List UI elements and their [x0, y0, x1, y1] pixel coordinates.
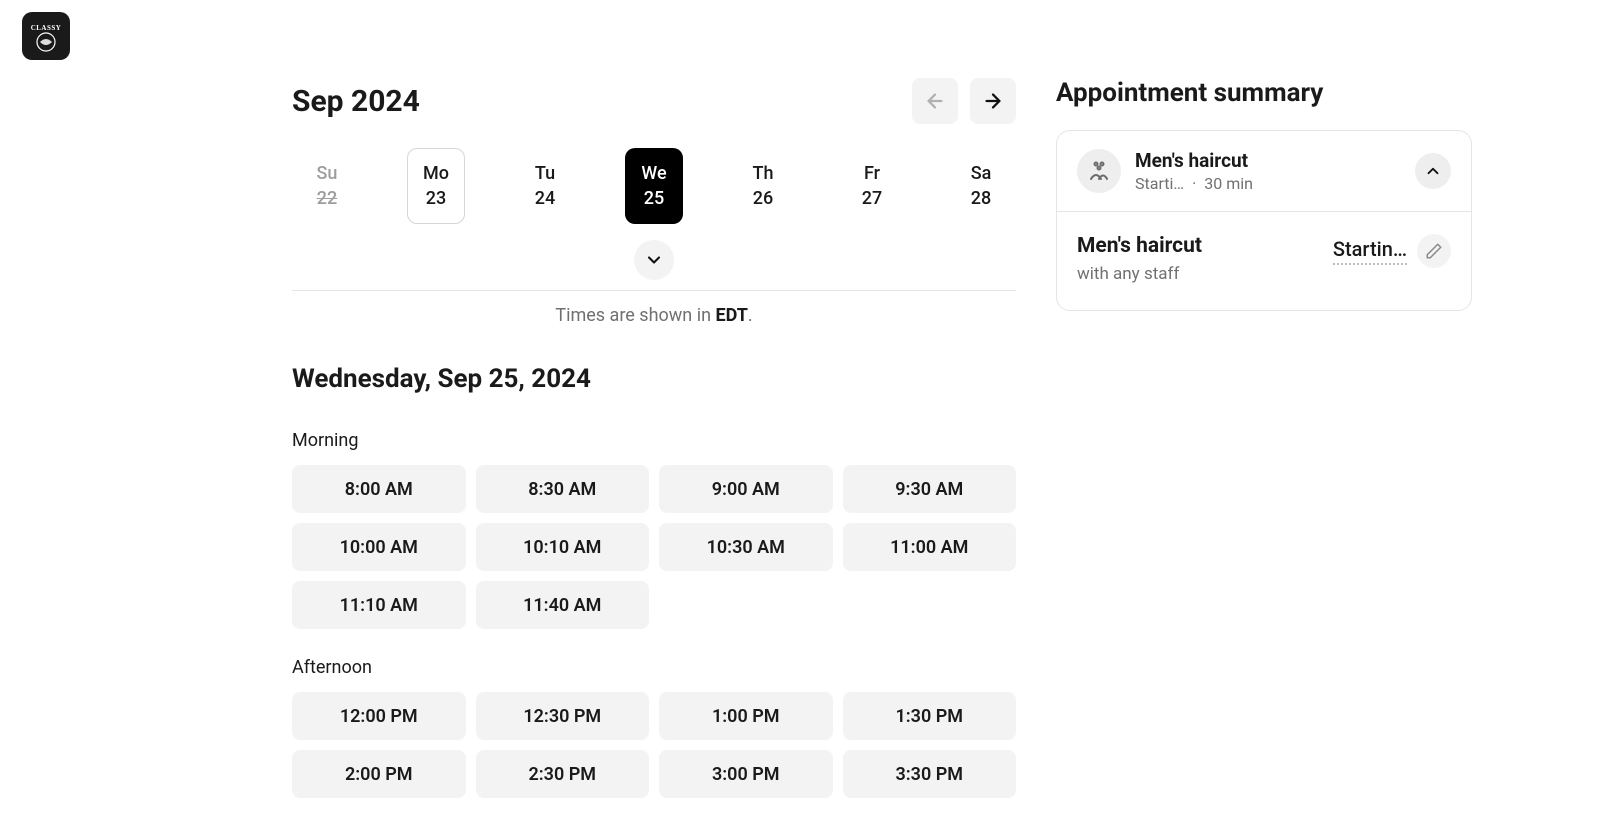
day-number: 28: [971, 188, 991, 209]
day-number: 26: [753, 188, 773, 209]
day-of-week: We: [641, 163, 666, 184]
pencil-icon: [1425, 242, 1443, 260]
timezone-note: Times are shown in EDT.: [292, 305, 1016, 326]
time-slot[interactable]: 11:10 AM: [292, 581, 466, 629]
time-slot[interactable]: 2:00 PM: [292, 750, 466, 798]
time-slot[interactable]: 11:00 AM: [843, 523, 1017, 571]
day-cell-28[interactable]: Sa 28: [952, 148, 1010, 224]
expand-calendar-button[interactable]: [634, 240, 674, 280]
chevron-up-icon: [1424, 162, 1442, 180]
svg-text:CLASSY: CLASSY: [31, 24, 62, 32]
time-slot[interactable]: 10:00 AM: [292, 523, 466, 571]
people-icon: [1077, 149, 1121, 193]
time-slot[interactable]: 12:30 PM: [476, 692, 650, 740]
time-slot[interactable]: 12:00 PM: [292, 692, 466, 740]
afternoon-label: Afternoon: [292, 657, 1016, 678]
day-number: 22: [317, 188, 337, 209]
prev-week-button: [912, 78, 958, 124]
time-slot[interactable]: 9:00 AM: [659, 465, 833, 513]
time-slot[interactable]: 3:30 PM: [843, 750, 1017, 798]
summary-service-subtitle: Starti… · 30 min: [1135, 174, 1401, 193]
summary-title: Appointment summary: [1056, 78, 1472, 108]
time-slot[interactable]: 3:00 PM: [659, 750, 833, 798]
day-cell-23[interactable]: Mo 23: [407, 148, 465, 224]
day-cell-22: Su 22: [298, 148, 356, 224]
chevron-down-icon: [644, 250, 664, 270]
collapse-summary-button[interactable]: [1415, 153, 1451, 189]
day-of-week: Sa: [971, 163, 992, 184]
summary-line-price: Startin…: [1333, 237, 1407, 265]
time-slot[interactable]: 8:30 AM: [476, 465, 650, 513]
time-slot[interactable]: 10:30 AM: [659, 523, 833, 571]
day-cell-24[interactable]: Tu 24: [516, 148, 574, 224]
arrow-right-icon: [982, 90, 1004, 112]
business-logo: CLASSY: [22, 12, 70, 60]
summary-line-name: Men's haircut: [1077, 234, 1202, 258]
time-slot[interactable]: 1:00 PM: [659, 692, 833, 740]
summary-card: Men's haircut Starti… · 30 min Men's hai…: [1056, 130, 1472, 311]
arrow-left-icon: [924, 90, 946, 112]
day-number: 25: [644, 188, 664, 209]
day-of-week: Tu: [535, 163, 555, 184]
day-number: 24: [535, 188, 555, 209]
next-week-button[interactable]: [970, 78, 1016, 124]
time-slot[interactable]: 2:30 PM: [476, 750, 650, 798]
day-cell-25[interactable]: We 25: [625, 148, 683, 224]
edit-service-button[interactable]: [1417, 234, 1451, 268]
time-slot[interactable]: 8:00 AM: [292, 465, 466, 513]
time-slot[interactable]: 9:30 AM: [843, 465, 1017, 513]
day-of-week: Th: [753, 163, 774, 184]
day-number: 27: [862, 188, 882, 209]
selected-date-title: Wednesday, Sep 25, 2024: [292, 364, 1016, 394]
month-title: Sep 2024: [292, 84, 420, 119]
time-slot[interactable]: 11:40 AM: [476, 581, 650, 629]
time-slot[interactable]: 1:30 PM: [843, 692, 1017, 740]
summary-service-name: Men's haircut: [1135, 149, 1401, 172]
time-slot[interactable]: 10:10 AM: [476, 523, 650, 571]
day-of-week: Su: [317, 163, 338, 184]
morning-label: Morning: [292, 430, 1016, 451]
day-of-week: Mo: [423, 163, 449, 184]
day-of-week: Fr: [864, 163, 880, 184]
day-cell-27[interactable]: Fr 27: [843, 148, 901, 224]
summary-line-staff: with any staff: [1077, 264, 1202, 284]
day-number: 23: [426, 188, 446, 209]
day-cell-26[interactable]: Th 26: [734, 148, 792, 224]
